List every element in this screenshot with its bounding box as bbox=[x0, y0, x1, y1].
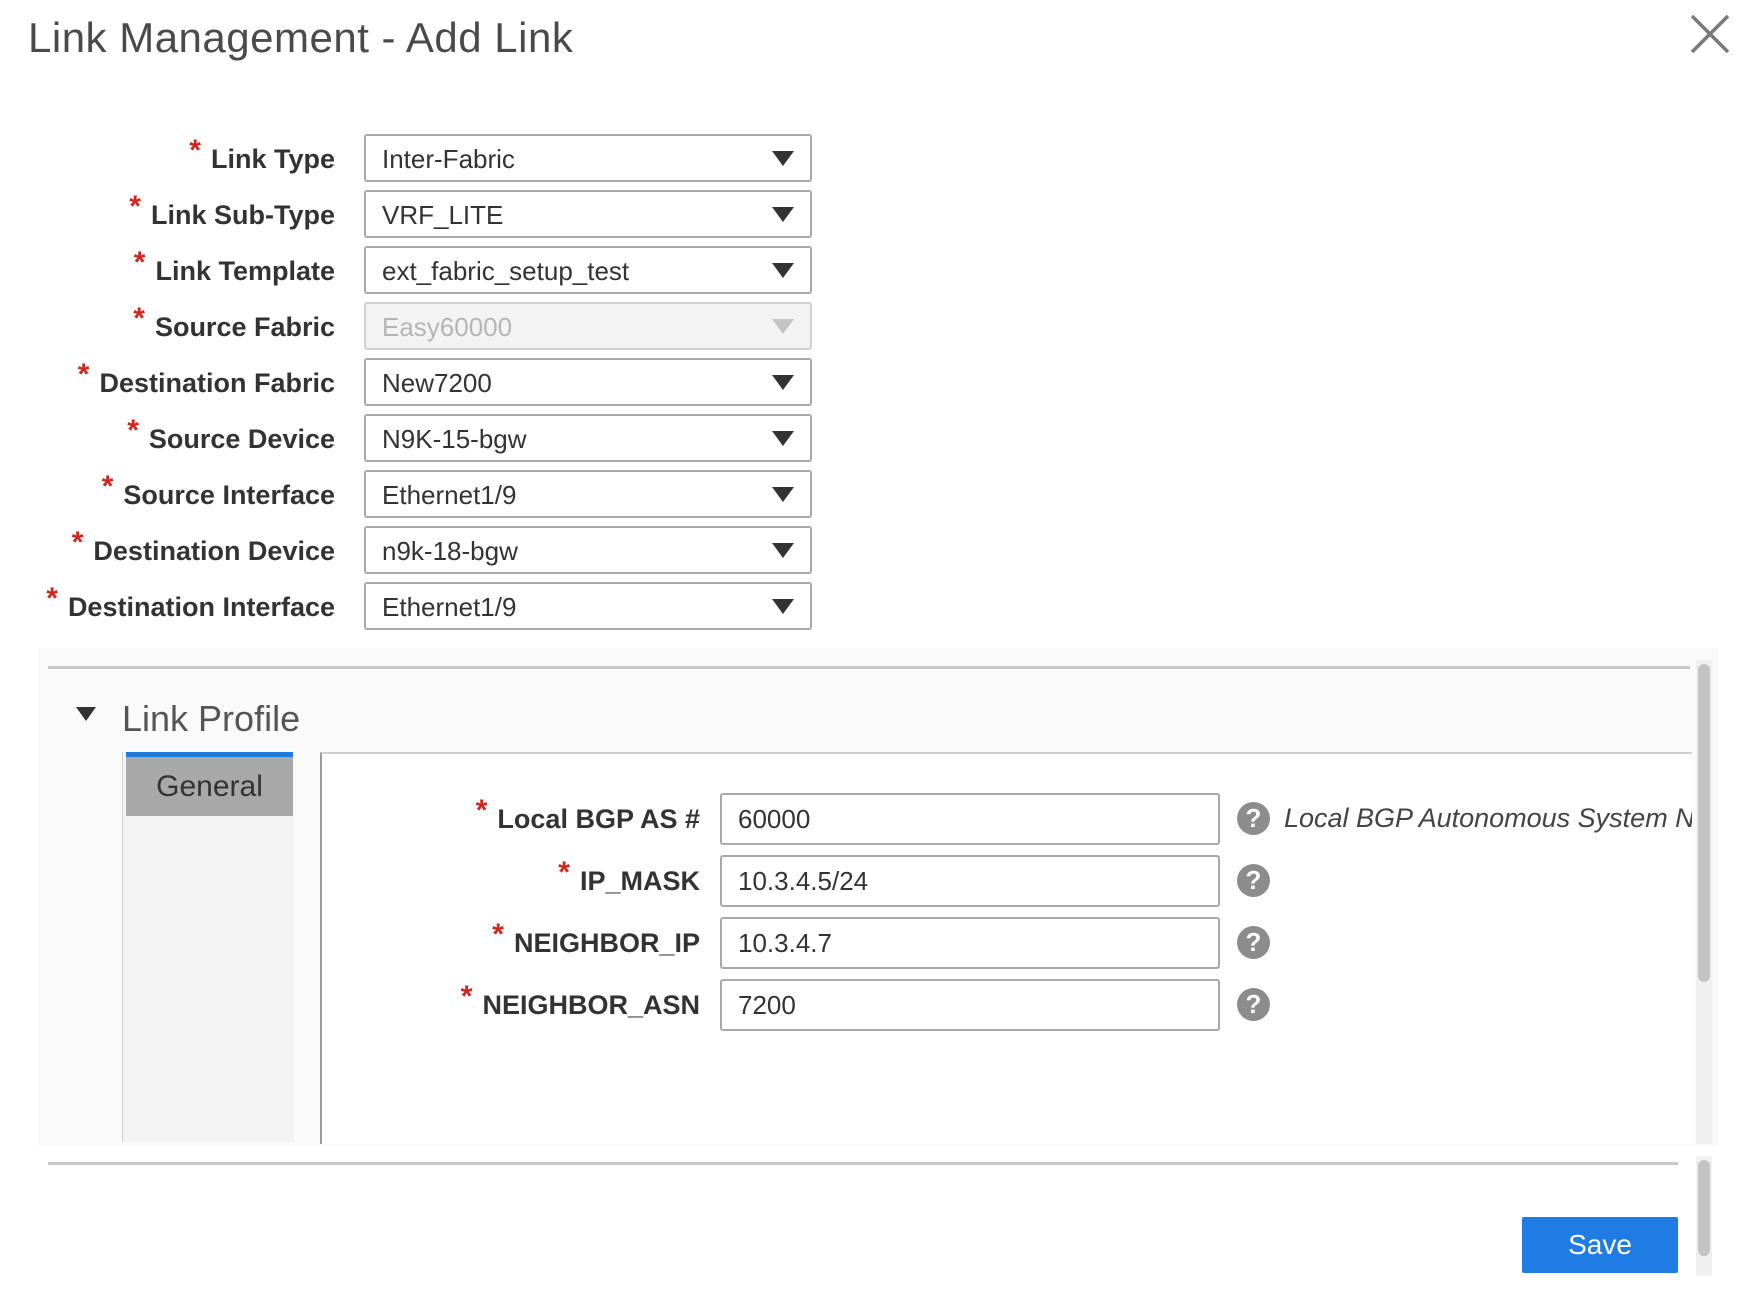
help-icon[interactable]: ? bbox=[1237, 864, 1270, 897]
required-asterisk: * bbox=[133, 302, 145, 335]
field-label-text: Source Fabric bbox=[154, 312, 335, 342]
param-hint: Local BGP Autonomous System Nu bbox=[1284, 803, 1692, 833]
dialog-title: Link Management - Add Link bbox=[28, 14, 574, 61]
neighbor-ip-input[interactable] bbox=[720, 917, 1220, 969]
field-label: * Destination Interface bbox=[46, 582, 335, 632]
required-asterisk: * bbox=[71, 526, 84, 559]
select-value: Ethernet1/9 bbox=[382, 592, 517, 622]
required-asterisk: * bbox=[133, 246, 146, 279]
required-asterisk: * bbox=[189, 134, 201, 167]
field-label: * Source Fabric bbox=[133, 302, 335, 352]
param-label: * NEIGHBOR_IP bbox=[492, 917, 700, 969]
field-label: * Destination Fabric bbox=[78, 358, 335, 408]
source-interface-select[interactable]: Ethernet1/9 bbox=[364, 470, 812, 518]
destination-fabric-select[interactable]: New7200 bbox=[364, 358, 812, 406]
param-label-text: NEIGHBOR_IP bbox=[513, 928, 700, 958]
param-row-neighbor-ip: * NEIGHBOR_IP ? bbox=[0, 917, 1692, 969]
local-bgp-as-input[interactable] bbox=[720, 793, 1220, 845]
chevron-down-icon bbox=[772, 375, 794, 390]
source-device-select[interactable]: N9K-15-bgw bbox=[364, 414, 812, 462]
source-fabric-select: Easy60000 bbox=[364, 302, 812, 350]
form-row-destination-fabric: * Destination Fabric New7200 bbox=[0, 358, 820, 408]
required-asterisk: * bbox=[475, 794, 488, 827]
select-value: VRF_LITE bbox=[382, 200, 504, 230]
help-icon[interactable]: ? bbox=[1237, 988, 1270, 1021]
field-label-text: Source Device bbox=[148, 424, 335, 454]
required-asterisk: * bbox=[127, 414, 139, 447]
help-icon[interactable]: ? bbox=[1237, 926, 1270, 959]
link-template-select[interactable]: ext_fabric_setup_test bbox=[364, 246, 812, 294]
select-value: ext_fabric_setup_test bbox=[382, 256, 630, 286]
field-label-text: Link Template bbox=[155, 256, 335, 286]
chevron-down-icon bbox=[772, 207, 794, 222]
chevron-down-icon bbox=[772, 487, 794, 502]
param-label-text: Local BGP AS # bbox=[497, 804, 700, 834]
field-label-text: Link Type bbox=[210, 144, 335, 174]
field-label-text: Destination Interface bbox=[67, 592, 335, 622]
help-icon[interactable]: ? bbox=[1237, 802, 1270, 835]
divider bbox=[48, 1162, 1678, 1165]
neighbor-asn-input[interactable] bbox=[720, 979, 1220, 1031]
required-asterisk: * bbox=[558, 856, 570, 889]
field-label-text: Destination Fabric bbox=[99, 368, 335, 398]
param-label: * NEIGHBOR_ASN bbox=[461, 979, 700, 1031]
field-label-text: Destination Device bbox=[93, 536, 335, 566]
field-label-text: Source Interface bbox=[123, 480, 335, 510]
divider bbox=[48, 666, 1690, 669]
select-value: Easy60000 bbox=[382, 312, 513, 342]
scrollbar-thumb[interactable] bbox=[1698, 1160, 1710, 1256]
field-label: * Source Device bbox=[127, 414, 335, 464]
required-asterisk: * bbox=[77, 358, 90, 391]
field-label: * Link Sub-Type bbox=[129, 190, 335, 240]
link-sub-type-select[interactable]: VRF_LITE bbox=[364, 190, 812, 238]
param-label: * Local BGP AS # bbox=[476, 793, 700, 845]
required-asterisk: * bbox=[46, 582, 58, 615]
collapse-caret-icon[interactable] bbox=[76, 707, 96, 721]
chevron-down-icon bbox=[772, 151, 794, 166]
scrollbar-thumb[interactable] bbox=[1698, 664, 1710, 982]
form-row-source-device: * Source Device N9K-15-bgw bbox=[0, 414, 820, 464]
form-row-link-type: * Link Type Inter-Fabric bbox=[0, 134, 820, 184]
link-profile-title[interactable]: Link Profile bbox=[122, 698, 300, 740]
link-type-select[interactable]: Inter-Fabric bbox=[364, 134, 812, 182]
form-row-destination-device: * Destination Device n9k-18-bgw bbox=[0, 526, 820, 576]
param-label-text: IP_MASK bbox=[579, 866, 700, 896]
save-button[interactable]: Save bbox=[1522, 1217, 1678, 1273]
chevron-down-icon bbox=[772, 263, 794, 278]
field-label: * Source Interface bbox=[102, 470, 335, 520]
ip-mask-input[interactable] bbox=[720, 855, 1220, 907]
destination-interface-select[interactable]: Ethernet1/9 bbox=[364, 582, 812, 630]
form-row-link-sub-type: * Link Sub-Type VRF_LITE bbox=[0, 190, 820, 240]
param-row-neighbor-asn: * NEIGHBOR_ASN ? bbox=[0, 979, 1692, 1031]
chevron-down-icon bbox=[772, 543, 794, 558]
required-asterisk: * bbox=[129, 190, 141, 223]
required-asterisk: * bbox=[492, 918, 504, 951]
field-label-text: Link Sub-Type bbox=[150, 200, 335, 230]
param-row-ip-mask: * IP_MASK ? bbox=[0, 855, 1692, 907]
select-value: Ethernet1/9 bbox=[382, 480, 517, 510]
form-row-link-template: * Link Template ext_fabric_setup_test bbox=[0, 246, 820, 296]
form-row-source-interface: * Source Interface Ethernet1/9 bbox=[0, 470, 820, 520]
form-row-destination-interface: * Destination Interface Ethernet1/9 bbox=[0, 582, 820, 632]
select-value: N9K-15-bgw bbox=[382, 424, 527, 454]
form-row-source-fabric: * Source Fabric Easy60000 bbox=[0, 302, 820, 352]
param-row-local-bgp-as: * Local BGP AS # ? Local BGP Autonomous S… bbox=[0, 793, 1692, 845]
select-value: Inter-Fabric bbox=[382, 144, 515, 174]
field-label: * Link Template bbox=[134, 246, 335, 296]
chevron-down-icon bbox=[772, 599, 794, 614]
required-asterisk: * bbox=[101, 470, 114, 503]
select-value: New7200 bbox=[382, 368, 492, 398]
chevron-down-icon bbox=[772, 319, 794, 334]
param-label: * IP_MASK bbox=[558, 855, 700, 907]
field-label: * Destination Device bbox=[72, 526, 335, 576]
param-label-text: NEIGHBOR_ASN bbox=[482, 990, 700, 1020]
destination-device-select[interactable]: n9k-18-bgw bbox=[364, 526, 812, 574]
close-icon[interactable] bbox=[1688, 12, 1732, 56]
required-asterisk: * bbox=[460, 980, 473, 1013]
chevron-down-icon bbox=[772, 431, 794, 446]
field-label: * Link Type bbox=[189, 134, 335, 184]
select-value: n9k-18-bgw bbox=[382, 536, 518, 566]
